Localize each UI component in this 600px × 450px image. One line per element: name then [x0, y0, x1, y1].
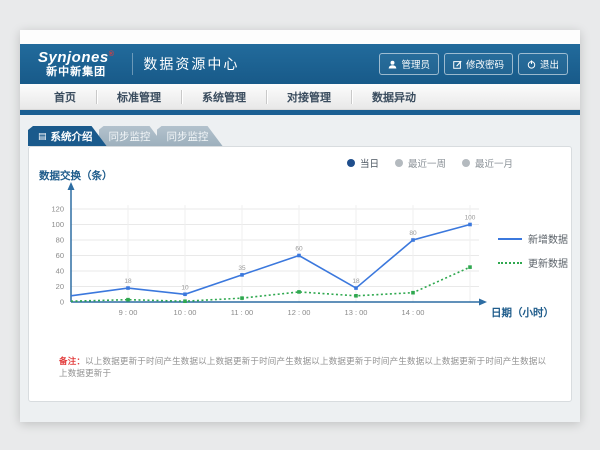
- svg-text:60: 60: [295, 246, 303, 253]
- svg-text:数据交换（条）: 数据交换（条）: [38, 169, 113, 182]
- admin-user-label: 管理员: [401, 57, 430, 71]
- legend-item-new-data[interactable]: 新增数据: [498, 231, 568, 246]
- filter-label: 当日: [360, 156, 379, 170]
- tab-sync-monitor-1[interactable]: 同步监控: [99, 126, 165, 146]
- tab-bar: ▤ 系统介绍 同步监控 同步监控: [28, 126, 215, 146]
- svg-text:80: 80: [409, 230, 417, 237]
- logo-wordmark: Synjones®: [38, 50, 114, 65]
- registered-mark-icon: ®: [109, 51, 115, 58]
- svg-text:35: 35: [238, 265, 246, 272]
- chart-canvas: 数据交换（条） 日期（小时） 0 20 40 60 80 100 120 9 : 00 10 : 0…: [35, 169, 555, 339]
- nav-item-standard-mgmt[interactable]: 标准管理: [97, 89, 181, 105]
- range-filter-group: 当日 最近一周 最近一月: [347, 156, 513, 170]
- svg-text:80: 80: [56, 236, 64, 245]
- logo-company-name: 新中新集团: [38, 67, 114, 78]
- page-top-strip: [20, 30, 580, 44]
- svg-text:14 : 00: 14 : 00: [402, 308, 425, 317]
- svg-text:0: 0: [60, 298, 64, 307]
- footnote-text: 以上数据更新于时间产生数据以上数据更新于时间产生数据以上数据更新于时间产生数据以…: [59, 356, 546, 378]
- footnote-prefix: 备注：: [59, 356, 85, 366]
- nav-item-integration-mgmt[interactable]: 对接管理: [267, 89, 351, 105]
- change-password-label: 修改密码: [466, 57, 504, 71]
- edit-icon: [453, 60, 462, 69]
- filter-label: 最近一月: [475, 156, 513, 170]
- footnote: 备注：以上数据更新于时间产生数据以上数据更新于时间产生数据以上数据更新于时间产生…: [59, 355, 549, 379]
- logout-label: 退出: [540, 57, 559, 71]
- svg-text:100: 100: [51, 220, 64, 229]
- filter-last-week[interactable]: 最近一周: [395, 156, 446, 170]
- filter-label: 最近一周: [408, 156, 446, 170]
- app-header: Synjones® 新中新集团 数据资源中心 管理员 修改密码 退出: [20, 44, 580, 84]
- svg-text:日期（小时）: 日期（小时）: [491, 306, 554, 319]
- header-actions: 管理员 修改密码 退出: [379, 53, 568, 75]
- line-chart: 数据交换（条） 日期（小时） 0 20 40 60 80 100 120 9 : 00 10 : 0…: [35, 169, 555, 339]
- power-icon: [527, 60, 536, 69]
- company-logo: Synjones® 新中新集团: [30, 50, 122, 78]
- legend-line-dotted: [498, 262, 522, 264]
- svg-text:40: 40: [56, 267, 64, 276]
- admin-user-button[interactable]: 管理员: [379, 53, 439, 75]
- tab-label: 系统介绍: [51, 129, 93, 144]
- radio-selected-icon: [347, 159, 355, 167]
- svg-text:100: 100: [465, 215, 476, 222]
- legend-label: 新增数据: [528, 231, 568, 246]
- tab-label: 同步监控: [167, 129, 209, 144]
- svg-text:10 : 00: 10 : 00: [174, 308, 197, 317]
- legend-label: 更新数据: [528, 255, 568, 270]
- svg-text:12 : 00: 12 : 00: [288, 308, 311, 317]
- svg-text:13 : 00: 13 : 00: [345, 308, 368, 317]
- legend-line-solid: [498, 238, 522, 240]
- app-window: Synjones® 新中新集团 数据资源中心 管理员 修改密码 退出 首页 标准…: [20, 30, 580, 422]
- tab-system-intro[interactable]: ▤ 系统介绍: [28, 126, 107, 146]
- main-nav: 首页 标准管理 系统管理 对接管理 数据异动: [20, 84, 580, 110]
- radio-icon: [395, 159, 403, 167]
- user-icon: [388, 60, 397, 69]
- radio-icon: [462, 159, 470, 167]
- svg-text:10: 10: [181, 284, 189, 291]
- nav-item-system-mgmt[interactable]: 系统管理: [182, 89, 266, 105]
- chart-legend: 新增数据 更新数据: [498, 231, 568, 279]
- svg-text:120: 120: [51, 205, 64, 214]
- legend-item-updated-data[interactable]: 更新数据: [498, 255, 568, 270]
- svg-text:18: 18: [124, 278, 132, 285]
- svg-text:20: 20: [56, 282, 64, 291]
- nav-item-data-change[interactable]: 数据异动: [352, 89, 436, 105]
- svg-text:9 : 00: 9 : 00: [119, 308, 138, 317]
- content-area: ▤ 系统介绍 同步监控 同步监控 当日 最近一周: [20, 115, 580, 422]
- filter-today[interactable]: 当日: [347, 156, 379, 170]
- chart-panel: 当日 最近一周 最近一月 数据交换（条） 日期（小时） 0 20 40 60 80 100 12…: [28, 146, 572, 402]
- document-icon: ▤: [38, 132, 47, 141]
- svg-text:18: 18: [352, 278, 360, 285]
- filter-last-month[interactable]: 最近一月: [462, 156, 513, 170]
- page-title: 数据资源中心: [143, 54, 239, 74]
- header-divider: [132, 53, 133, 75]
- svg-text:60: 60: [56, 251, 64, 260]
- tab-label: 同步监控: [109, 129, 151, 144]
- svg-text:11 : 00: 11 : 00: [231, 308, 253, 317]
- logout-button[interactable]: 退出: [518, 53, 568, 75]
- nav-item-home[interactable]: 首页: [34, 89, 96, 105]
- change-password-button[interactable]: 修改密码: [444, 53, 513, 75]
- tab-sync-monitor-2[interactable]: 同步监控: [157, 126, 223, 146]
